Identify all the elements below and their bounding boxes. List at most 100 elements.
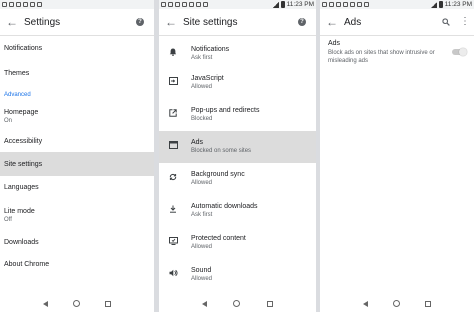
toolbar: ← Ads ⋮ [320, 9, 474, 35]
back-arrow-icon[interactable]: ← [159, 9, 183, 35]
battery-icon [280, 1, 285, 8]
settings-item-downloads[interactable]: Downloads [0, 231, 154, 255]
item-label: Sound [191, 267, 212, 274]
notification-icons [161, 0, 208, 9]
signal-icon [272, 1, 279, 8]
ads-toggle-switch[interactable] [452, 47, 467, 56]
settings-screen: ← Settings ? Notifications Themes Advanc… [0, 0, 154, 312]
settings-item-languages[interactable]: Languages [0, 176, 154, 200]
settings-list: Notifications Themes Advanced Homepage On… [0, 36, 154, 275]
nav-back-icon[interactable] [202, 300, 208, 307]
item-label: About Chrome [4, 261, 50, 268]
item-label: Languages [4, 184, 39, 191]
toggle-knob [459, 47, 467, 56]
notification-icons [322, 0, 369, 9]
item-sublabel: Allowed [191, 276, 213, 282]
item-sublabel: Ask first [191, 212, 213, 218]
item-label: Ads [191, 139, 204, 146]
battery-icon [438, 1, 443, 8]
signal-icon [430, 1, 437, 8]
page-title: Site settings [183, 16, 238, 28]
site-setting-javascript[interactable]: JavaScript Allowed [159, 67, 316, 99]
item-label: Notifications [191, 46, 230, 53]
nav-recents-icon[interactable] [266, 300, 273, 307]
bell-icon [169, 46, 191, 58]
item-label: Site settings [4, 161, 43, 168]
item-sublabel: Ask first [191, 55, 213, 61]
nav-back-icon[interactable] [362, 300, 368, 307]
item-sublabel: Allowed [191, 180, 213, 186]
status-bar: 11:23 PM [159, 0, 316, 9]
item-sublabel: Allowed [191, 244, 213, 250]
toolbar-divider [320, 35, 474, 36]
help-icon: ? [298, 18, 306, 26]
item-label: Lite mode [4, 208, 35, 215]
more-vert-icon: ⋮ [460, 16, 470, 27]
item-label: Themes [4, 70, 30, 77]
search-button[interactable] [438, 9, 454, 35]
item-sublabel: Allowed [191, 84, 213, 90]
site-settings-list: Notifications Ask first JavaScript Allowed… [159, 36, 316, 289]
more-options-button[interactable]: ⋮ [454, 9, 470, 35]
nav-home-icon[interactable] [392, 300, 400, 307]
site-setting-notifications[interactable]: Notifications Ask first [159, 36, 316, 67]
page-title: Ads [344, 16, 362, 28]
item-sublabel: Off [4, 217, 12, 223]
status-time: 11:23 PM [286, 1, 314, 8]
download-icon [169, 203, 191, 215]
nav-home-icon[interactable] [233, 300, 241, 307]
item-label: JavaScript [191, 75, 224, 82]
item-sublabel: Blocked on some sites [191, 148, 252, 154]
site-settings-screen: 11:23 PM ← Site settings ? Notifications… [159, 0, 316, 312]
settings-item-accessibility[interactable]: Accessibility [0, 133, 154, 152]
back-arrow-icon[interactable]: ← [320, 9, 344, 35]
section-header-advanced: Advanced [0, 84, 154, 101]
nav-recents-icon[interactable] [105, 300, 112, 307]
speaker-icon [169, 267, 191, 279]
item-label: Protected content [191, 235, 246, 242]
notification-icons [2, 0, 42, 9]
item-sublabel: On [4, 118, 13, 124]
settings-item-site-settings[interactable]: Site settings [0, 152, 154, 176]
settings-item-lite-mode[interactable]: Lite mode Off [0, 200, 154, 231]
nav-home-icon[interactable] [72, 300, 80, 307]
toolbar: ← Settings ? [0, 9, 154, 35]
site-setting-sound[interactable]: Sound Allowed [159, 259, 316, 289]
sync-icon [169, 171, 191, 183]
status-time: 11:23 PM [444, 1, 472, 8]
site-setting-automatic-downloads[interactable]: Automatic downloads Ask first [159, 195, 316, 227]
toolbar: ← Site settings ? [159, 9, 316, 35]
protected-content-icon [169, 235, 191, 247]
settings-item-about-chrome[interactable]: About Chrome [0, 255, 154, 275]
site-setting-background-sync[interactable]: Background sync Allowed [159, 163, 316, 195]
nav-back-icon[interactable] [42, 300, 48, 307]
settings-item-themes[interactable]: Themes [0, 61, 154, 84]
ads-setting-title: Ads [328, 40, 341, 47]
item-label: Pop-ups and redirects [191, 107, 260, 114]
settings-item-homepage[interactable]: Homepage On [0, 101, 154, 133]
item-label: Notifications [4, 45, 43, 52]
site-setting-ads[interactable]: Ads Blocked on some sites [159, 131, 316, 163]
ads-screen: 11:23 PM ← Ads ⋮ Ads Block ads on sites … [320, 0, 474, 312]
settings-item-notifications[interactable]: Notifications [0, 36, 154, 61]
site-setting-protected-content[interactable]: Protected content Allowed [159, 227, 316, 259]
status-bar: 11:23 PM [320, 0, 474, 9]
item-label: Automatic downloads [191, 203, 258, 210]
back-arrow-icon[interactable]: ← [0, 9, 24, 35]
help-button[interactable]: ? [294, 9, 310, 35]
system-nav-bar [320, 295, 474, 312]
ads-icon [169, 139, 191, 151]
popup-icon [169, 107, 191, 119]
page-title: Settings [24, 16, 61, 28]
site-setting-popups[interactable]: Pop-ups and redirects Blocked [159, 99, 316, 131]
section-label: Advanced [4, 92, 31, 98]
ads-setting-row[interactable]: Ads Block ads on sites that show intrusi… [328, 40, 467, 65]
system-nav-bar [159, 295, 316, 312]
item-sublabel: Blocked [191, 116, 213, 122]
item-label: Background sync [191, 171, 245, 178]
ads-setting-description: Block ads on sites that show intrusive o… [328, 50, 435, 64]
status-right: 11:23 PM [272, 0, 314, 9]
item-label: Downloads [4, 239, 39, 246]
nav-recents-icon[interactable] [425, 300, 432, 307]
help-button[interactable]: ? [132, 9, 148, 35]
